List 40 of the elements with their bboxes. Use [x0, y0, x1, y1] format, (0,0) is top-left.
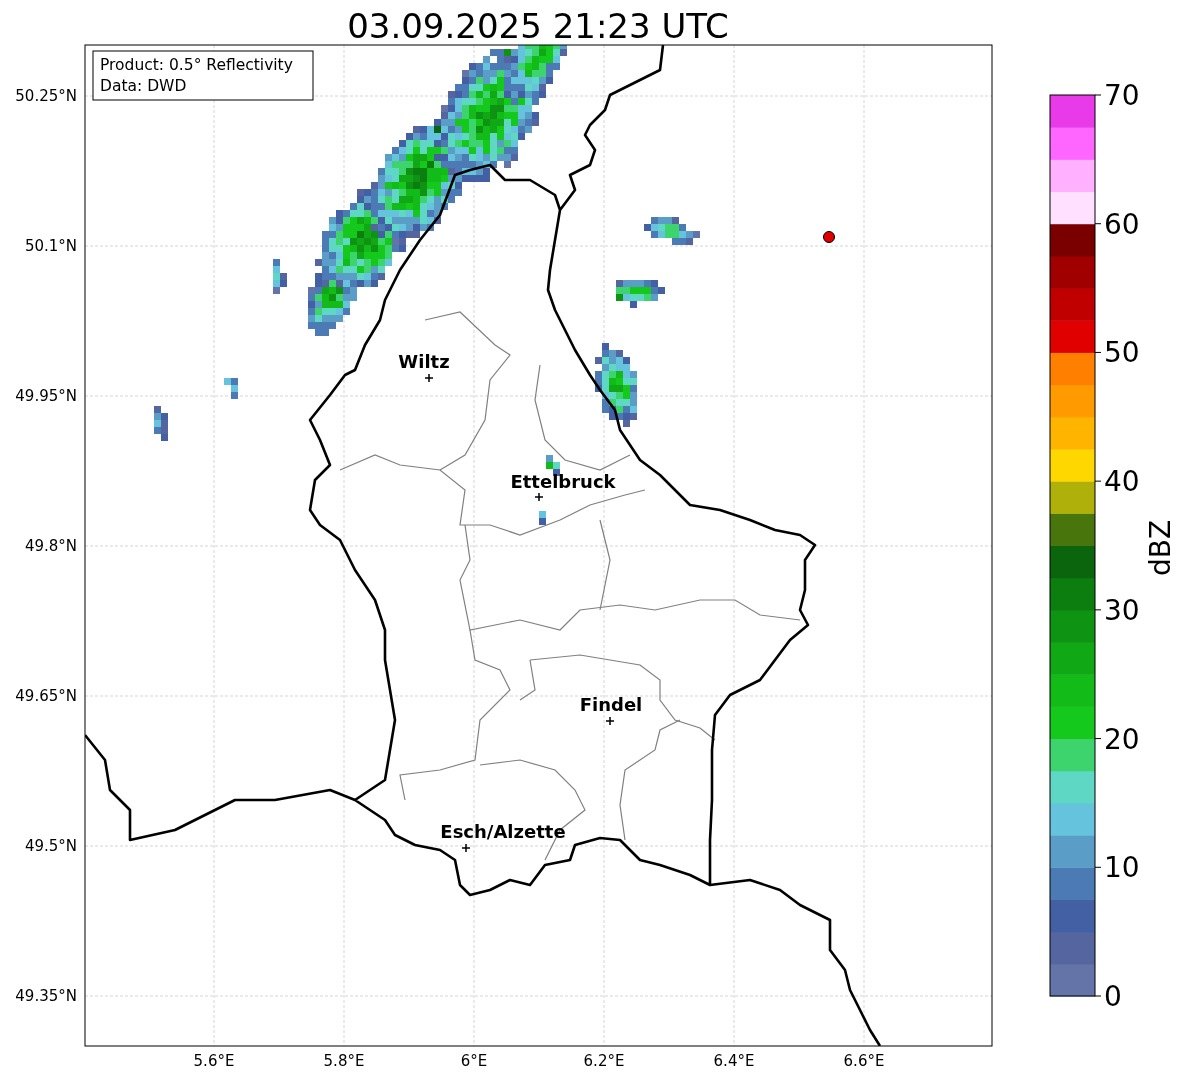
- city-label: Ettelbruck: [510, 471, 616, 492]
- colorbar-tick-label: 0: [1104, 980, 1122, 1013]
- latitude-label: 49.5°N: [24, 837, 77, 855]
- colorbar-tick-label: 60: [1104, 207, 1140, 241]
- city-label: Findel: [579, 694, 643, 715]
- chart-title: 03.09.2025 21:23 UTC: [347, 6, 729, 46]
- info-text: Data: DWD: [100, 77, 187, 95]
- colorbar-tick-label: 20: [1104, 722, 1140, 756]
- colorbar-tick-label: 70: [1104, 79, 1140, 112]
- city-label: Wiltz: [398, 351, 450, 372]
- latitude-label: 49.35°N: [15, 987, 77, 1005]
- colorbar-tick-label: 40: [1104, 465, 1140, 499]
- longitude-label: 5.8°E: [323, 1052, 365, 1070]
- city-marker-icon: [605, 716, 615, 726]
- precipitation-echo: [154, 406, 168, 441]
- latitude-label: 49.8°N: [24, 537, 77, 555]
- colorbar-tick-label: 30: [1104, 593, 1140, 627]
- city-marker-icon: [534, 492, 544, 502]
- info-text: Product: 0.5° Reflectivity: [100, 56, 293, 74]
- longitude-label: 6.4°E: [713, 1052, 755, 1070]
- colorbar-label: dBZ: [1144, 519, 1177, 577]
- precipitation-echo: [224, 378, 238, 399]
- longitude-label: 6.2°E: [583, 1052, 625, 1070]
- latitude-label: 50.1°N: [24, 237, 77, 255]
- precipitation-echo: [644, 217, 700, 245]
- latitude-label: 50.25°N: [15, 87, 77, 105]
- colorbar-tick-label: 10: [1104, 851, 1140, 885]
- colorbar-tick-label: 50: [1104, 336, 1140, 370]
- longitude-label: 5.6°E: [193, 1052, 235, 1070]
- longitude-label: 6°E: [460, 1052, 488, 1070]
- city-label: Esch/Alzette: [440, 821, 566, 842]
- precipitation-echo: [539, 511, 546, 525]
- precipitation-echo: [273, 259, 287, 294]
- city-marker-icon: [461, 843, 471, 853]
- latitude-label: 49.65°N: [15, 687, 77, 705]
- longitude-label: 6.6°E: [843, 1052, 885, 1070]
- site-marker: [823, 231, 835, 243]
- city-marker-icon: [424, 373, 434, 383]
- precipitation-echo: [546, 455, 560, 476]
- latitude-label: 49.95°N: [15, 387, 77, 405]
